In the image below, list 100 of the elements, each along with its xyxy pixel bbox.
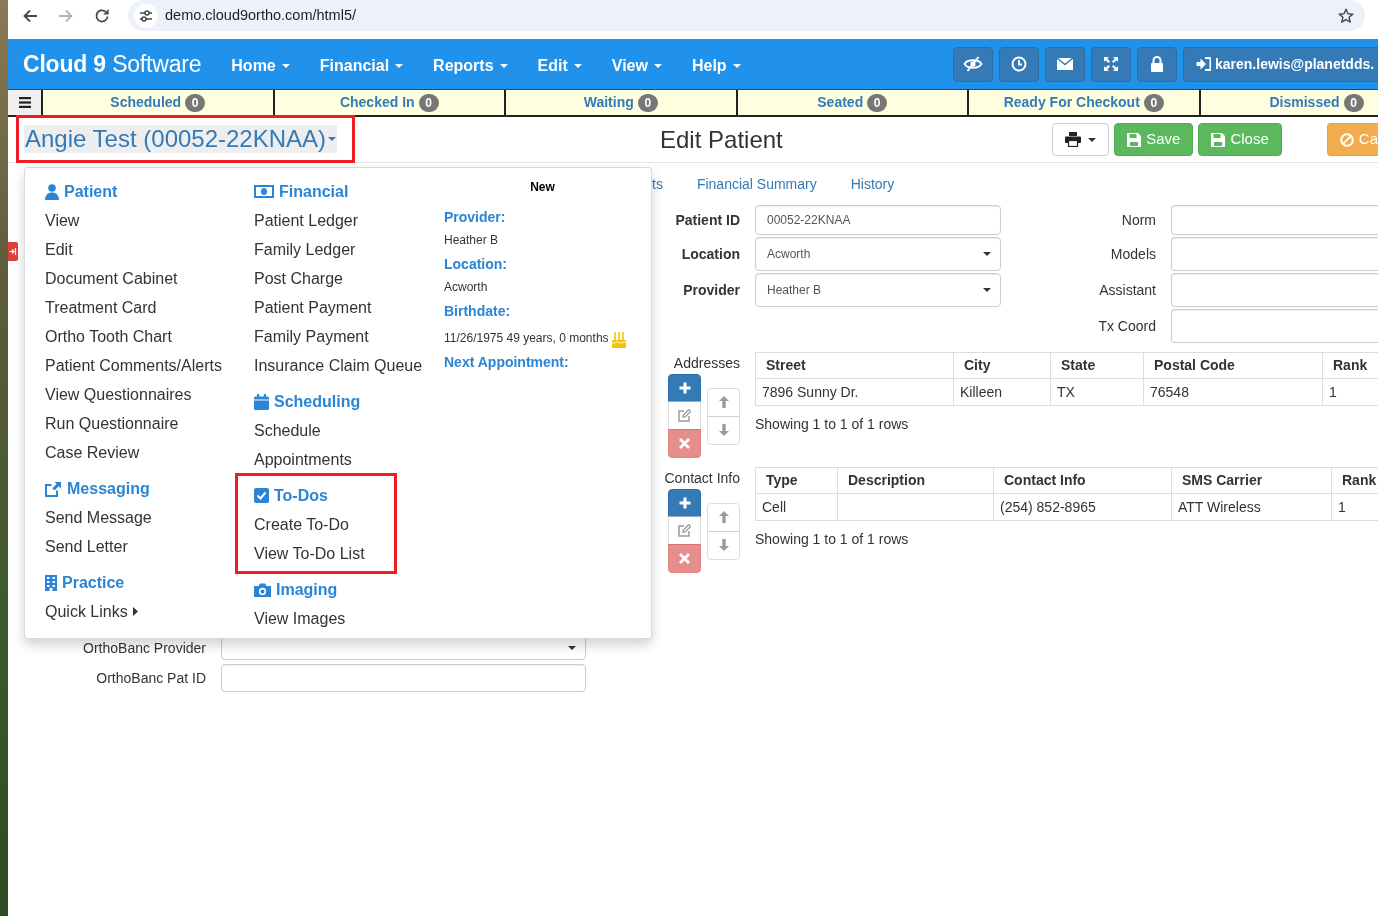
menu-item[interactable]: Document Cabinet	[45, 264, 178, 293]
menu-icon	[18, 97, 31, 108]
info-label: Provider:	[444, 208, 506, 227]
floppy-icon	[1127, 132, 1142, 147]
caret-icon	[568, 646, 576, 650]
banknote-icon	[254, 185, 274, 198]
clock-icon	[1011, 56, 1027, 72]
arrow-up-icon	[718, 511, 729, 523]
field-label: OrthoBanc Pat ID	[96, 668, 206, 688]
person-icon	[45, 183, 59, 200]
toolbar-button[interactable]	[1045, 46, 1085, 82]
select-field[interactable]: Acworth	[755, 237, 1001, 271]
column-header: SMS Carrier	[1171, 467, 1332, 494]
arrow-down-icon	[718, 539, 729, 551]
edit-icon	[678, 524, 691, 537]
status-tab[interactable]: Checked In 0	[274, 90, 506, 115]
sign-in-icon	[1196, 57, 1211, 71]
input-field[interactable]	[1171, 237, 1378, 271]
tab[interactable]: ts	[652, 174, 680, 196]
menu-item[interactable]: Family Payment	[254, 322, 369, 351]
menu-item[interactable]: View Images	[254, 604, 346, 633]
menu-item[interactable]: Family Ledger	[254, 235, 356, 264]
info-value: Acworth	[444, 279, 488, 296]
forward-icon[interactable]	[58, 7, 74, 24]
menu-item[interactable]: Insurance Claim Queue	[254, 351, 423, 380]
menu-item[interactable]: Create To-Do	[254, 510, 349, 539]
reload-icon[interactable]	[94, 7, 110, 24]
address-bar[interactable]: demo.cloud9ortho.com/html5/	[128, 0, 1365, 31]
input-field[interactable]	[1171, 205, 1378, 235]
column-header: Contact Info	[993, 467, 1172, 494]
menu-item[interactable]: Patient Payment	[254, 293, 372, 322]
floppy-icon	[1211, 132, 1226, 147]
toolbar-button[interactable]	[1137, 46, 1177, 82]
menu-item[interactable]: Treatment Card	[45, 293, 157, 322]
menu-item[interactable]: Send Letter	[45, 532, 128, 561]
field-label: Provider	[683, 280, 740, 300]
expand-icon	[1103, 56, 1119, 72]
select-field[interactable]: Heather B	[755, 273, 1001, 307]
input-field[interactable]	[221, 664, 586, 692]
section-heading: Practice	[62, 573, 125, 593]
caret-icon	[732, 64, 741, 68]
menu-item[interactable]: View To-Do List	[254, 539, 365, 568]
print-button[interactable]	[1052, 123, 1110, 156]
status-tab[interactable]: Waiting 0	[506, 90, 738, 115]
menu-item[interactable]: Quick Links	[45, 597, 138, 626]
star-icon[interactable]	[1338, 7, 1354, 24]
caret-icon	[573, 64, 582, 68]
menu-item[interactable]: Patient Ledger	[254, 206, 359, 235]
menu-item[interactable]: Run Questionnaire	[45, 409, 179, 438]
count-badge: 0	[185, 93, 206, 112]
toolbar-button[interactable]	[1091, 46, 1131, 82]
menu-item[interactable]: Ortho Tooth Chart	[45, 322, 172, 351]
menu-toggle[interactable]	[8, 90, 43, 115]
status-tab[interactable]: Scheduled 0	[43, 90, 275, 115]
toolbar-button[interactable]	[999, 46, 1039, 82]
menu-item[interactable]: View Questionnaires	[45, 380, 192, 409]
add-button[interactable]	[668, 489, 701, 517]
eye-slash-icon	[963, 56, 983, 72]
menu-item[interactable]: View	[45, 206, 80, 235]
status-tab[interactable]: Ready For Checkout 0	[969, 90, 1201, 115]
field-label: Patient ID	[675, 210, 740, 230]
site-settings-icon[interactable]	[134, 3, 158, 28]
pagination-text: Showing 1 to 1 of 1 rows	[755, 415, 909, 434]
user-button[interactable]: karen.lewis@planetdds.	[1183, 46, 1378, 82]
input-field[interactable]	[1171, 309, 1378, 343]
patient-selector[interactable]: Angie Test (00052-22KNAA)	[24, 124, 338, 153]
menu-item[interactable]: Edit	[45, 235, 73, 264]
column-header: City	[953, 352, 1051, 379]
input-field[interactable]	[1171, 273, 1378, 307]
add-button[interactable]	[668, 374, 701, 402]
field-label: Models	[1110, 244, 1156, 264]
calendar-icon	[254, 393, 269, 410]
plus-icon	[678, 497, 691, 509]
page-title: Edit Patient	[660, 124, 783, 155]
back-icon[interactable]	[22, 7, 38, 24]
menu-item[interactable]: Appointments	[254, 445, 352, 474]
building-icon	[45, 574, 57, 591]
menu-item[interactable]: Case Review	[45, 438, 140, 467]
menu-item[interactable]: Send Message	[45, 503, 152, 532]
side-tab-icon[interactable]	[8, 242, 18, 261]
caret-icon	[328, 136, 337, 141]
arrow-down-icon	[718, 424, 729, 436]
field-label: Location	[681, 244, 740, 264]
menu-item[interactable]: Post Charge	[254, 264, 343, 293]
menu-item[interactable]: Patient Comments/Alerts	[45, 351, 222, 380]
envelope-icon	[1056, 57, 1074, 71]
caret-icon	[1088, 137, 1097, 142]
status-tab[interactable]: Dismissed 0	[1200, 90, 1378, 115]
menu-item[interactable]: Schedule	[254, 416, 321, 445]
count-badge: 0	[1143, 93, 1164, 112]
input-field[interactable]: 00052-22KNAA	[755, 205, 1001, 235]
tab[interactable]: Financial Summary	[679, 174, 834, 196]
column-header: State	[1050, 352, 1144, 379]
pagination-text: Showing 1 to 1 of 1 rows	[755, 530, 909, 549]
tab[interactable]: History	[833, 174, 912, 196]
column-header: Rank	[1331, 467, 1378, 494]
status-tab[interactable]: Seated 0	[737, 90, 969, 115]
toolbar-button[interactable]	[953, 46, 993, 82]
checkbox-icon	[254, 488, 269, 503]
section-heading: Patient	[64, 182, 118, 202]
